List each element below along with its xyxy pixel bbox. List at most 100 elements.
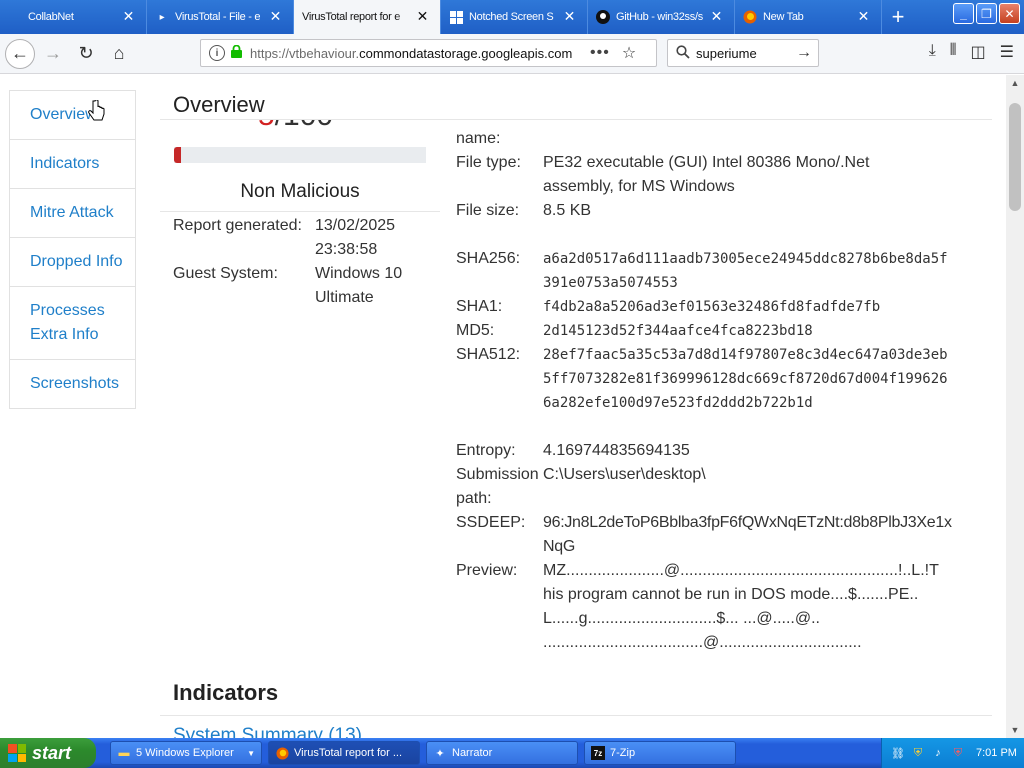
taskbar: start ▬ 5 Windows Explorer ▼ VirusTotal … (0, 738, 1024, 768)
windows-flag-icon (8, 744, 26, 762)
close-icon[interactable]: ✕ (564, 9, 576, 23)
tab-label: VirusTotal - File - e (175, 11, 261, 23)
minimize-button[interactable]: _ (953, 3, 974, 24)
firefox-icon (743, 10, 757, 24)
report-generated-label: Report generated: (173, 217, 302, 234)
tab-notched-screen[interactable]: Notched Screen S ✕ (441, 0, 588, 34)
menu-item-dropped-info[interactable]: Dropped Info (10, 238, 135, 287)
file-size-label: File size: (456, 202, 520, 219)
maximize-button[interactable]: ❐ (976, 3, 997, 24)
page-content: Overview Indicators Mitre Attack Dropped… (0, 75, 1006, 738)
network-icon[interactable]: ⛓ (890, 745, 906, 761)
search-input[interactable]: superiume (696, 46, 796, 61)
taskbar-item-windows-explorer[interactable]: ▬ 5 Windows Explorer ▼ (110, 741, 262, 765)
taskbar-item-virustotal-report[interactable]: VirusTotal report for ... (268, 741, 420, 765)
tab-label: New Tab (763, 11, 804, 23)
guest-system-label: Guest System: (173, 265, 278, 282)
narrator-icon: ✦ (435, 747, 445, 760)
submission-path-value: C:\Users\user\desktop\ (543, 466, 706, 483)
sidebar-toggle-icon[interactable]: ◫ (971, 42, 986, 62)
chevron-down-icon: ▼ (247, 748, 255, 758)
menu-item-overview[interactable]: Overview (10, 91, 135, 140)
menu-item-mitre-attack[interactable]: Mitre Attack (10, 189, 135, 238)
taskbar-item-narrator[interactable]: ✦ Narrator (426, 741, 578, 765)
task-label: 5 Windows Explorer (136, 747, 234, 759)
menu-item-processes-extra-info[interactable]: Processes Extra Info (10, 287, 135, 360)
hand-cursor-icon (88, 100, 105, 121)
vertical-scrollbar[interactable]: ▲ ▼ (1006, 75, 1024, 738)
clock[interactable]: 7:01 PM (976, 747, 1017, 759)
toolbar-icons: ⤓ ⫴ ◫ ☰ (929, 42, 1014, 62)
page-actions-icon[interactable]: ••• (590, 44, 610, 62)
file-type-value: PE32 executable (GUI) Intel 80386 Mono/.… (543, 154, 870, 195)
tab-label: CollabNet (28, 11, 74, 23)
close-icon[interactable]: ✕ (858, 9, 870, 23)
verdict-divider (160, 211, 440, 212)
tab-virustotal-file[interactable]: ▸ VirusTotal - File - e ✕ (147, 0, 294, 34)
task-label: Narrator (452, 747, 493, 759)
volume-icon[interactable]: ♪ (930, 745, 946, 761)
alert-shield-icon[interactable]: ⛨ (950, 745, 966, 761)
close-icon[interactable]: ✕ (711, 9, 723, 23)
system-tray: ⛓ ⛨ ♪ ⛨ 7:01 PM (881, 738, 1024, 768)
close-icon[interactable]: ✕ (123, 9, 135, 23)
overview-heading: Overview (173, 92, 265, 117)
md5-label: MD5: (456, 322, 495, 339)
guest-system-value: Windows 10 Ultimate (315, 265, 403, 306)
indicators-divider (160, 715, 992, 716)
window-close-button[interactable]: ✕ (999, 3, 1020, 24)
url-bar[interactable]: i https://vtbehaviour.commondatastorage.… (200, 39, 657, 67)
ssdeep-label: SSDEEP: (456, 514, 526, 531)
close-icon[interactable]: ✕ (417, 9, 429, 23)
menu-icon[interactable]: ☰ (1000, 42, 1014, 62)
menu-item-indicators[interactable]: Indicators (10, 140, 135, 189)
entropy-value: 4.169744835694135 (543, 442, 690, 459)
close-icon[interactable]: ✕ (270, 9, 282, 23)
tab-label: GitHub - win32ss/s (616, 11, 703, 23)
tab-github[interactable]: GitHub - win32ss/s ✕ (588, 0, 735, 34)
firefox-icon (275, 746, 289, 760)
menu-item-screenshots[interactable]: Screenshots (10, 360, 135, 408)
library-icon[interactable]: ⫴ (950, 42, 957, 62)
bookmark-star-icon[interactable]: ☆ (622, 43, 636, 63)
url-domain: commondatastorage.googleapis.com (359, 45, 573, 61)
scroll-thumb[interactable] (1009, 103, 1021, 211)
preview-label: Preview: (456, 562, 518, 579)
file-name-label: name: (456, 130, 501, 147)
security-shield-icon[interactable]: ⛨ (910, 745, 926, 761)
tab-strip: CollabNet ✕ ▸ VirusTotal - File - e ✕ Vi… (0, 0, 1024, 34)
reload-button[interactable]: ↻ (71, 39, 101, 69)
tab-label: Notched Screen S (469, 11, 554, 23)
sha1-value: f4db2a8a5206ad3ef01563e32486fd8fadfde7fb (543, 299, 881, 315)
system-summary-link[interactable]: System Summary (13) (173, 725, 362, 738)
lock-icon[interactable] (231, 44, 242, 61)
new-tab-button[interactable]: + (882, 0, 914, 34)
start-button[interactable]: start (0, 738, 96, 768)
windows-logo-icon (449, 10, 463, 24)
scroll-down-arrow-icon[interactable]: ▼ (1006, 722, 1024, 738)
github-icon (596, 10, 610, 24)
back-button[interactable]: ← (5, 38, 35, 69)
submission-path-label: Submission path: (456, 466, 539, 507)
window-controls: _ ❐ ✕ (953, 3, 1020, 24)
taskbar-item-7zip[interactable]: 7z 7-Zip (584, 741, 736, 765)
folder-icon: ▬ (118, 747, 130, 759)
start-label: start (32, 742, 72, 763)
search-icon (676, 44, 690, 62)
score: 5/100 (258, 119, 333, 133)
home-button[interactable]: ⌂ (104, 39, 134, 69)
info-icon[interactable]: i (209, 45, 225, 61)
forward-button[interactable]: → (38, 39, 68, 69)
search-bar[interactable]: superiume → (667, 39, 819, 67)
score-progress-bar (174, 147, 426, 163)
task-label: 7-Zip (610, 747, 636, 759)
score-bad: 5 (258, 119, 275, 132)
tab-new-tab[interactable]: New Tab ✕ (735, 0, 882, 34)
download-icon[interactable]: ⤓ (929, 42, 936, 62)
scroll-up-arrow-icon[interactable]: ▲ (1006, 75, 1024, 91)
tab-virustotal-report[interactable]: VirusTotal report for e ✕ (294, 0, 441, 34)
tab-collabnet[interactable]: CollabNet ✕ (0, 0, 147, 34)
md5-value: 2d145123d52f344aafce4fca8223bd18 (543, 323, 813, 339)
search-go-icon[interactable]: → (796, 44, 812, 62)
sha1-label: SHA1: (456, 298, 503, 315)
